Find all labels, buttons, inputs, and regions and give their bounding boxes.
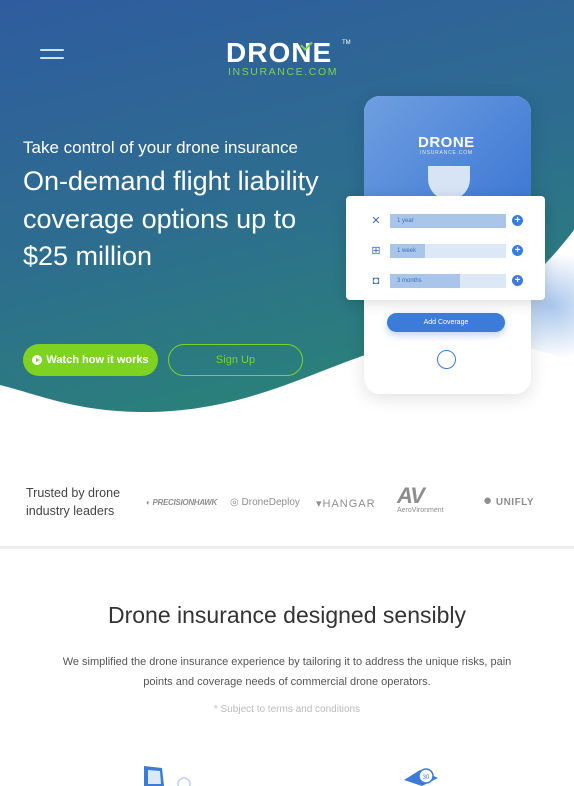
add-icon[interactable]: + xyxy=(512,215,523,226)
sign-up-button[interactable]: Sign Up xyxy=(168,344,303,376)
document-shield-icon xyxy=(144,766,191,786)
phone-logo: DRONE xyxy=(418,134,475,151)
camera-icon: ◘ xyxy=(372,275,380,287)
phone-home-button xyxy=(437,350,456,369)
av-mark-icon: AV xyxy=(397,483,425,508)
add-icon[interactable]: + xyxy=(512,245,523,256)
coverage-duration: 1 week xyxy=(397,248,417,254)
logo-trademark: TM xyxy=(342,40,351,46)
partner-logo-dronedeploy: ◎ DroneDeploy xyxy=(230,497,300,508)
dronedeploy-icon: ◎ xyxy=(230,497,239,508)
phone-logo-subtitle: INSURANCE.COM xyxy=(420,150,473,156)
partner-logo-unifly: ● UNIFLY xyxy=(483,492,534,509)
controller-icon: ⊞ xyxy=(371,245,381,257)
section-title: Drone insurance designed sensibly xyxy=(108,602,466,628)
add-coverage-label: Add Coverage xyxy=(423,319,469,326)
svg-text:30: 30 xyxy=(423,775,430,781)
partner-name: HANGAR xyxy=(322,498,376,510)
unifly-icon: ● xyxy=(483,492,493,509)
coverage-duration: 1 year xyxy=(397,218,414,224)
play-icon xyxy=(32,355,43,365)
partner-name: UNIFLY xyxy=(495,497,535,508)
drone-icon: ✕ xyxy=(371,215,381,227)
coverage-bar[interactable]: 1 year xyxy=(390,214,506,228)
logo-subtitle: INSURANCE.COM xyxy=(228,66,339,78)
partner-name: DroneDeploy xyxy=(241,497,300,508)
hero-headline: On-demand flight liability coverage opti… xyxy=(23,166,319,271)
coverage-row: ✕ 1 year + xyxy=(346,211,545,231)
watch-button-label: Watch how it works xyxy=(46,354,149,366)
watch-how-it-works-button[interactable]: Watch how it works xyxy=(23,344,158,376)
partner-logo-hangar: ▾HANGAR xyxy=(316,497,376,510)
section-description: We simplified the drone insurance experi… xyxy=(62,656,512,688)
coverage-card: ✕ 1 year + ⊞ 1 week + ◘ 3 months + xyxy=(346,196,545,300)
precisionhawk-icon: ◐ xyxy=(146,498,151,507)
terms-note: * Subject to terms and conditions xyxy=(213,704,361,715)
coverage-bar[interactable]: 1 week xyxy=(390,244,506,258)
add-icon[interactable]: + xyxy=(512,275,523,286)
add-coverage-button[interactable]: Add Coverage xyxy=(387,313,505,332)
site-logo[interactable]: DRONE TM INSURANCE.COM xyxy=(226,37,351,82)
trusted-label: Trusted by drone industry leaders xyxy=(26,486,121,518)
partner-logo-aerovironment: AV AeroVironment xyxy=(397,483,463,516)
logo-wordmark: DRONE xyxy=(226,37,333,68)
coverage-duration: 3 months xyxy=(397,278,422,284)
partner-name: PRECISIONHAWK xyxy=(152,498,218,507)
sign-up-label: Sign Up xyxy=(215,354,256,366)
drone-shield-icon: 30 xyxy=(404,768,438,786)
partner-logo-precisionhawk: ◐ PRECISIONHAWK xyxy=(146,498,217,507)
section-divider xyxy=(0,546,574,549)
hero-tagline: Take control of your drone insurance xyxy=(23,138,298,157)
coverage-row: ◘ 3 months + xyxy=(346,271,545,291)
hamburger-menu-icon[interactable] xyxy=(40,48,64,62)
coverage-bar[interactable]: 3 months xyxy=(390,274,506,288)
partner-name: AeroVironment xyxy=(397,507,444,514)
coverage-row: ⊞ 1 week + xyxy=(346,241,545,261)
